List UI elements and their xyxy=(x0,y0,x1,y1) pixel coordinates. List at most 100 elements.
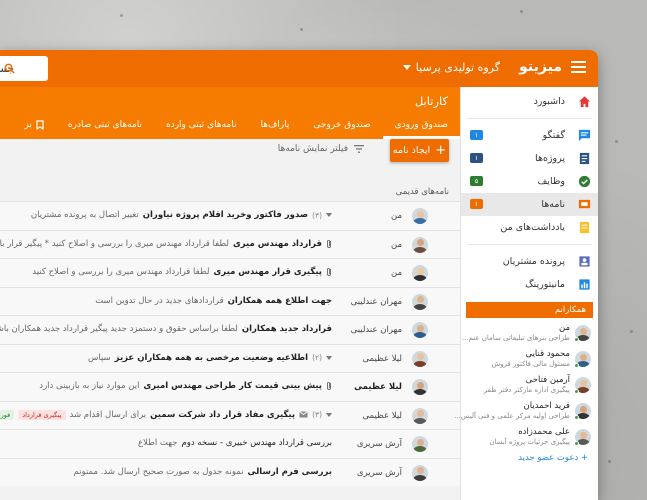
sender-avatar xyxy=(412,379,428,395)
bookmark-icon xyxy=(36,119,44,130)
tag-badge[interactable]: پیگیری قرارداد xyxy=(18,409,66,420)
colleague-item[interactable]: علی محمدزاده پیگیری جزئیات پروژه آبسان xyxy=(461,424,598,450)
expand-thread-icon[interactable] xyxy=(326,355,332,360)
avatar[interactable] xyxy=(412,208,428,224)
table-row[interactable]: مهران عندلیبی جهت اطلاع همه همکاران قراردا… xyxy=(0,286,460,315)
sidebar-item-label: نامه‌ها xyxy=(541,199,565,210)
sender-name: من xyxy=(390,211,402,221)
avatar[interactable] xyxy=(412,322,428,338)
sidebar-item-4[interactable]: نامه‌ها ۱ xyxy=(461,193,598,216)
table-row[interactable]: لیلا عظیمی پیش بینی قیمت کار طراحی مهندس … xyxy=(0,372,460,401)
online-status-dot xyxy=(574,415,579,420)
filter-label: فیلتر نمایش نامه‌ها xyxy=(277,144,348,154)
app-window: میزیتو گروه تولیدی پرسیا کارتابل صندوق و… xyxy=(0,50,598,500)
sidebar-divider xyxy=(467,118,592,119)
online-status-dot xyxy=(574,363,579,368)
envelope-icon xyxy=(299,411,308,418)
tab-outbox[interactable]: صندوق خروجی xyxy=(301,115,382,139)
avatar[interactable] xyxy=(412,379,428,395)
sidebar-divider xyxy=(467,244,592,245)
colleague-task: پیگیری اداره مارکتر دفتر ظفر xyxy=(483,385,570,394)
colleagues-header: همکارانم xyxy=(466,302,593,318)
sender-avatar xyxy=(412,322,428,338)
colleague-name: محمود قنایی xyxy=(525,349,570,360)
tab-bar: صندوق ورودی صندوق خروجی پاراف‌ها نامه‌ها… xyxy=(12,115,461,139)
avatar[interactable] xyxy=(412,464,428,481)
count-badge: ۱ xyxy=(470,130,483,140)
tab-parafs[interactable]: پاراف‌ها xyxy=(248,115,301,139)
avatar[interactable] xyxy=(412,350,428,367)
online-status-dot xyxy=(574,389,579,394)
wall-speck xyxy=(120,14,123,17)
colleague-name: آرمین فتاحی xyxy=(525,375,570,386)
letter-content: جهت اطلاع همه همکاران قراردادهای جدید در … xyxy=(95,296,332,306)
new-letter-button[interactable]: + ایجاد نامه xyxy=(390,139,449,162)
invite-member-link[interactable]: + دعوت عضو جدید xyxy=(461,453,598,463)
sender-name: لیلا عظیمی xyxy=(354,382,402,392)
letter-subject: جهت اطلاع همه همکاران xyxy=(227,295,332,306)
home-icon xyxy=(577,95,591,109)
table-row[interactable]: مهران عندلیبی قرارداد جدید همکاران لطفا بر… xyxy=(0,315,460,344)
colleague-task: مسئول مالی فاکتور فروش xyxy=(491,359,570,368)
menu-icon[interactable] xyxy=(571,61,586,75)
tab-label: نامه‌های ثبتی صادره xyxy=(67,120,142,130)
table-row[interactable]: آرش سریری بررسی فرم ارسالی نمونه جدول به ص… xyxy=(0,457,460,486)
company-switcher[interactable]: گروه تولیدی پرسیا xyxy=(402,61,500,74)
colleague-item[interactable]: آرمین فتاحی پیگیری اداره مارکتر دفتر ظفر xyxy=(461,372,598,398)
sidebar-item-7[interactable]: مانیتورینگ xyxy=(461,273,598,296)
search-icon[interactable] xyxy=(4,63,15,74)
tab-registered-outgoing[interactable]: نامه‌های ثبتی صادره xyxy=(56,115,154,139)
expand-thread-icon[interactable] xyxy=(326,213,332,217)
avatar[interactable] xyxy=(412,436,428,452)
letter-content: (۳) صدور فاکتور وخرید اقلام پروژه نیاوران… xyxy=(31,210,332,220)
sidebar-item-6[interactable]: پرونده مشتریان xyxy=(461,250,598,273)
letter-content: پیگیری قرار مهندس میری لطفا قرارداد مهندس… xyxy=(32,267,332,277)
table-row[interactable]: من قرارداد مهندس میری لطفا قرارداد مهندس م… xyxy=(0,229,460,258)
tab-inbox[interactable]: صندوق ورودی xyxy=(382,115,461,139)
letter-snippet: نمونه جدول به صورت صحیح ارسال شد. ممنونم xyxy=(73,466,244,477)
letter-subject: بررسی فرم ارسالی xyxy=(247,466,332,477)
check-circle-icon xyxy=(577,175,591,189)
monitoring-icon xyxy=(577,278,591,292)
table-row[interactable]: لیلا عظیمی (۲) اطلاعیه وضعیت مرخصی به همه … xyxy=(0,343,460,372)
colleague-item[interactable]: من طراحی بنرهای تبلیغاتی سامان عنم... xyxy=(461,320,598,346)
sender-name: لیلا عظیمی xyxy=(362,353,402,364)
sidebar-item-label: گفتگو xyxy=(542,130,565,141)
sidebar-item-1[interactable]: گفتگو ۱ xyxy=(461,124,598,147)
online-status-dot xyxy=(574,441,579,446)
letter-subject: بررسی قرارداد مهندس خبیری - نسخه دوم xyxy=(181,438,332,448)
table-row[interactable]: من (۳) صدور فاکتور وخرید اقلام پروژه نیاور… xyxy=(0,201,460,230)
plus-icon: + xyxy=(435,143,447,158)
letter-content: (۲) اطلاعیه وضعیت مرخصی به همه همکاران عز… xyxy=(88,353,332,363)
wall-speck xyxy=(608,460,611,463)
sidebar-item-5[interactable]: یادداشت‌های من xyxy=(461,216,598,239)
table-row[interactable]: لیلا عظیمی (۳) پیگیری مفاد قرار داد شرکت س… xyxy=(0,400,460,429)
sender-avatar xyxy=(412,293,428,310)
letter-content: بررسی قرارداد مهندس خبیری - نسخه دوم جهت … xyxy=(138,438,332,448)
list-group-label: نامه‌های قدیمی xyxy=(395,187,449,197)
avatar[interactable] xyxy=(412,236,428,253)
colleague-item[interactable]: فرید احمدیان طراحی اولیه مرکز علمی و فنی … xyxy=(454,398,598,424)
avatar[interactable] xyxy=(412,293,428,310)
sidebar-item-3[interactable]: وظایف ۵ xyxy=(461,170,598,193)
tab-bookmarks[interactable]: بز xyxy=(12,115,55,139)
tab-registered-incoming[interactable]: نامه‌های ثبتی وارده xyxy=(154,115,249,139)
avatar[interactable] xyxy=(412,265,428,281)
table-row[interactable]: من پیگیری قرار مهندس میری لطفا قرارداد مهن… xyxy=(0,258,460,287)
avatar[interactable] xyxy=(412,407,428,424)
sidebar-item-2[interactable]: پروژه‌ها ۱ xyxy=(461,147,598,170)
letter-subject: صدور فاکتور وخرید اقلام پروژه نیاوران xyxy=(142,210,309,220)
colleague-task: طراحی اولیه مرکز علمی و فنی آلیس... xyxy=(454,411,570,420)
letter-subject: پیش بینی قیمت کار طراحی مهندس امیری xyxy=(143,381,322,391)
filter-button[interactable]: فیلتر نمایش نامه‌ها xyxy=(278,144,364,154)
tab-label: صندوق خروجی xyxy=(313,120,371,130)
projects-icon xyxy=(577,152,591,166)
letter-snippet: لطفا قرارداد مهندس میری را بررسی و اصلاح… xyxy=(32,267,210,277)
sender-name: مهران عندلیبی xyxy=(350,296,402,307)
expand-thread-icon[interactable] xyxy=(326,412,332,417)
tag-badge[interactable]: فوری xyxy=(0,409,15,420)
colleague-item[interactable]: محمود قنایی مسئول مالی فاکتور فروش xyxy=(461,346,598,372)
table-row[interactable]: آرش سریری بررسی قرارداد مهندس خبیری - نسخ… xyxy=(0,429,460,458)
colleague-name: من xyxy=(558,323,570,334)
sidebar-item-0[interactable]: داشبورد xyxy=(461,90,598,113)
